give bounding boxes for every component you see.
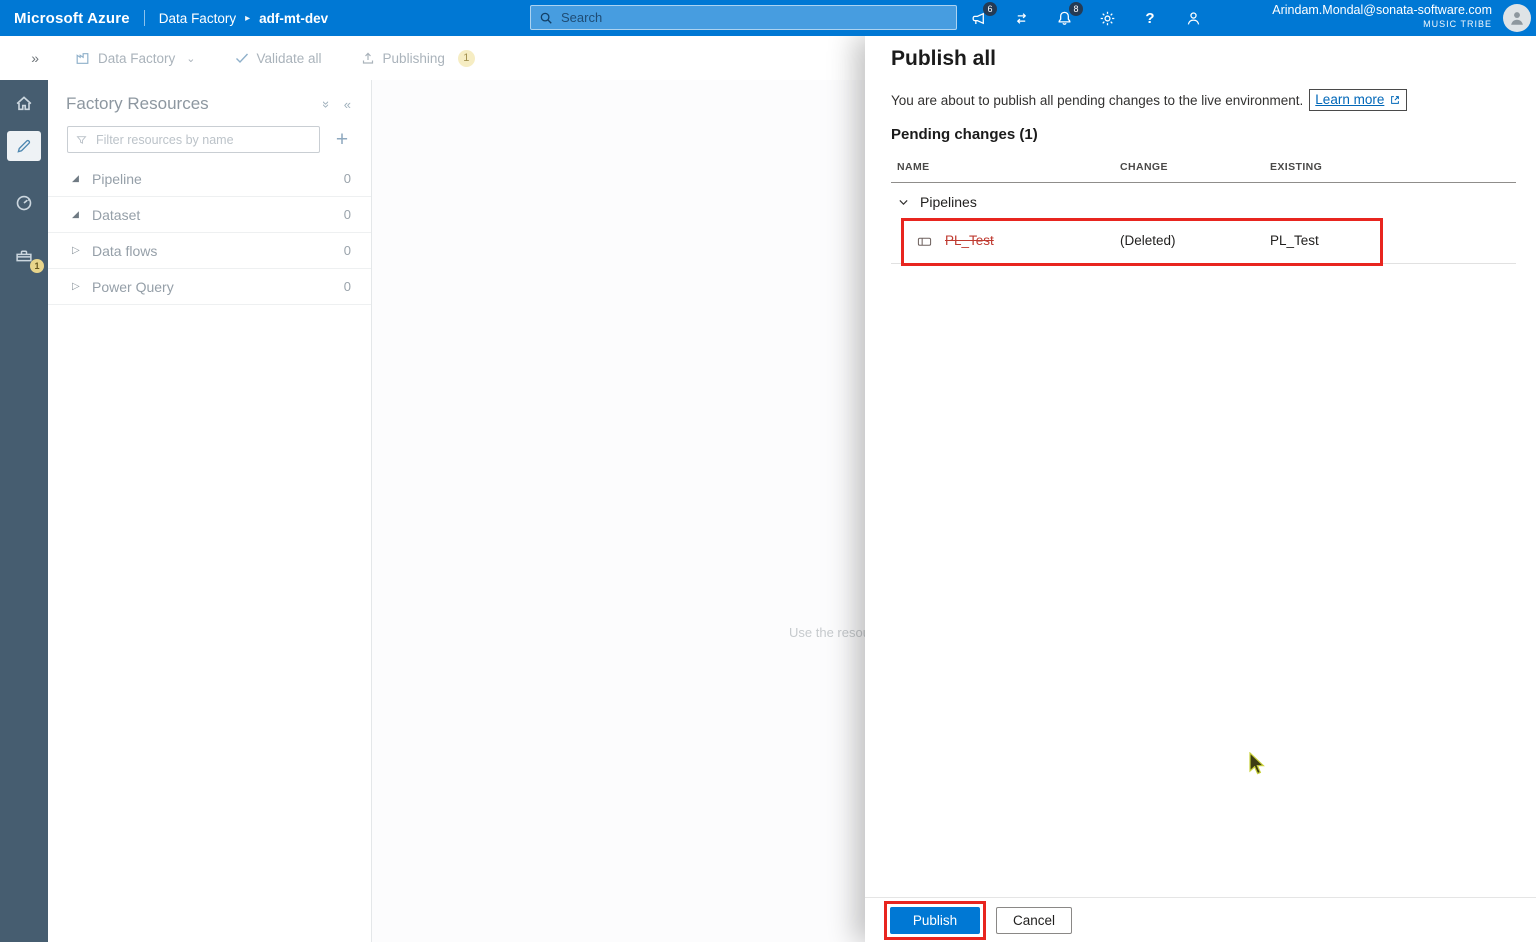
account-tenant: MUSIC TRIBE [1423,18,1492,29]
filter-funnel-icon [76,136,87,144]
person-icon [1511,12,1523,25]
publish-arrow-icon [360,50,376,66]
double-chevron-right-icon: » [31,50,39,66]
col-existing: EXISTING [1270,161,1323,173]
row-existing: PL_Test [1270,233,1319,248]
gauge-icon [16,195,32,211]
canvas-hint-text: Use the resou [789,625,865,640]
panel-description: You are about to publish all pending cha… [891,92,1304,108]
panel-footer: Publish Cancel [865,897,1536,942]
nav-author[interactable] [0,128,48,164]
avatar[interactable] [1503,4,1531,32]
author-canvas: Use the resou [372,80,865,942]
tree-expander-icon[interactable]: ▷ [72,245,92,256]
chevron-down-icon: ⌄ [186,52,196,65]
pending-changes-heading: Pending changes (1) [891,126,1038,143]
help-icon[interactable]: ? [1138,6,1162,30]
notifications-badge: 8 [1069,2,1083,16]
search-icon [540,12,552,24]
topbar-icons: 6 8 ? [966,0,1205,36]
breadcrumb-instance[interactable]: adf-mt-dev [259,11,328,26]
factory-resources-pane: Factory Resources » « + ◢ Pipeline 0 ◢ D… [48,80,372,942]
topbar-divider [143,10,145,26]
switch-directory-icon[interactable] [1009,6,1033,30]
tree-item-dataset[interactable]: ◢ Dataset 0 [48,197,371,233]
tree-item-power-query[interactable]: ▷ Power Query 0 [48,269,371,305]
nav-manage[interactable]: 1 [0,237,48,273]
publishing-button[interactable]: Publishing 1 [360,49,475,67]
announcements-icon[interactable]: 6 [966,2,997,30]
row-change: (Deleted) [1120,233,1176,248]
resource-filter-input[interactable] [94,131,312,148]
validate-all-label: Validate all [256,50,322,66]
manage-badge: 1 [30,259,44,273]
factory-icon [74,50,91,67]
cancel-button[interactable]: Cancel [996,906,1072,934]
pipelines-group-row[interactable]: Pipelines [891,183,1516,221]
left-nav: » 1 [0,36,48,942]
tree-count: 0 [343,207,351,222]
azure-topbar: Microsoft Azure Data Factory ▸ adf-mt-de… [0,0,1536,36]
breadcrumb-app[interactable]: Data Factory [159,11,236,26]
chevron-down-icon [899,199,908,205]
data-factory-label: Data Factory [98,50,176,66]
tree-count: 0 [343,171,351,186]
global-search[interactable] [530,5,957,30]
resource-filter[interactable] [67,126,320,153]
nav-expand-button[interactable]: » [0,36,48,80]
tree-expander-icon[interactable]: ◢ [72,173,92,184]
pending-changes-table: NAME CHANGE EXISTING Pipelines PL_Test (… [891,154,1516,264]
announcements-badge: 6 [983,2,997,16]
col-name: NAME [897,161,930,173]
account-email: Arindam.Mondal@sonata-software.com [1272,3,1492,17]
resource-tree: ◢ Pipeline 0 ◢ Dataset 0 ▷ Data flows 0 … [48,161,371,305]
table-row[interactable]: PL_Test (Deleted) PL_Test [891,221,1516,264]
collapse-all-icon[interactable]: » [319,100,334,107]
settings-gear-icon[interactable] [1095,6,1119,30]
annotation-box-publish: Publish [884,900,986,940]
factory-resources-title: Factory Resources [66,94,209,113]
account-info[interactable]: Arindam.Mondal@sonata-software.com MUSIC… [1272,3,1492,30]
azure-brand[interactable]: Microsoft Azure [14,10,130,27]
tree-item-data-flows[interactable]: ▷ Data flows 0 [48,233,371,269]
publish-all-panel: Publish all You are about to publish all… [865,36,1536,942]
collapse-pane-icon[interactable]: « [344,97,351,112]
tree-count: 0 [343,279,351,294]
tree-expander-icon[interactable]: ▷ [72,281,92,292]
col-change: CHANGE [1120,161,1168,173]
search-input[interactable] [559,9,948,26]
publishing-badge: 1 [457,49,475,67]
breadcrumb-chevron-icon: ▸ [245,12,251,24]
author-toolbar: Data Factory ⌄ Validate all Publishing 1 [48,36,865,80]
breadcrumb: Data Factory ▸ adf-mt-dev [159,11,328,26]
publish-button[interactable]: Publish [890,906,980,934]
publishing-label: Publishing [382,50,445,66]
home-icon [16,96,32,111]
feedback-icon[interactable] [1181,6,1205,30]
validate-all-button[interactable]: Validate all [234,50,322,66]
pipeline-icon [917,234,932,254]
external-link-icon [1391,95,1400,104]
notifications-bell-icon[interactable]: 8 [1052,2,1083,30]
tree-expander-icon[interactable]: ◢ [72,209,92,220]
data-factory-dropdown[interactable]: Data Factory ⌄ [74,50,196,67]
row-name: PL_Test [945,233,994,248]
validate-check-icon [234,50,250,66]
table-header: NAME CHANGE EXISTING [891,154,1516,183]
learn-more-link[interactable]: Learn more [1309,89,1408,111]
add-resource-button[interactable]: + [330,129,354,150]
nav-home[interactable] [0,85,48,121]
nav-monitor[interactable] [0,185,48,221]
tree-count: 0 [343,243,351,258]
left-nav-rail: 1 [0,80,48,942]
tree-item-pipeline[interactable]: ◢ Pipeline 0 [48,161,371,197]
panel-title: Publish all [891,47,997,70]
pencil-icon [17,139,31,153]
